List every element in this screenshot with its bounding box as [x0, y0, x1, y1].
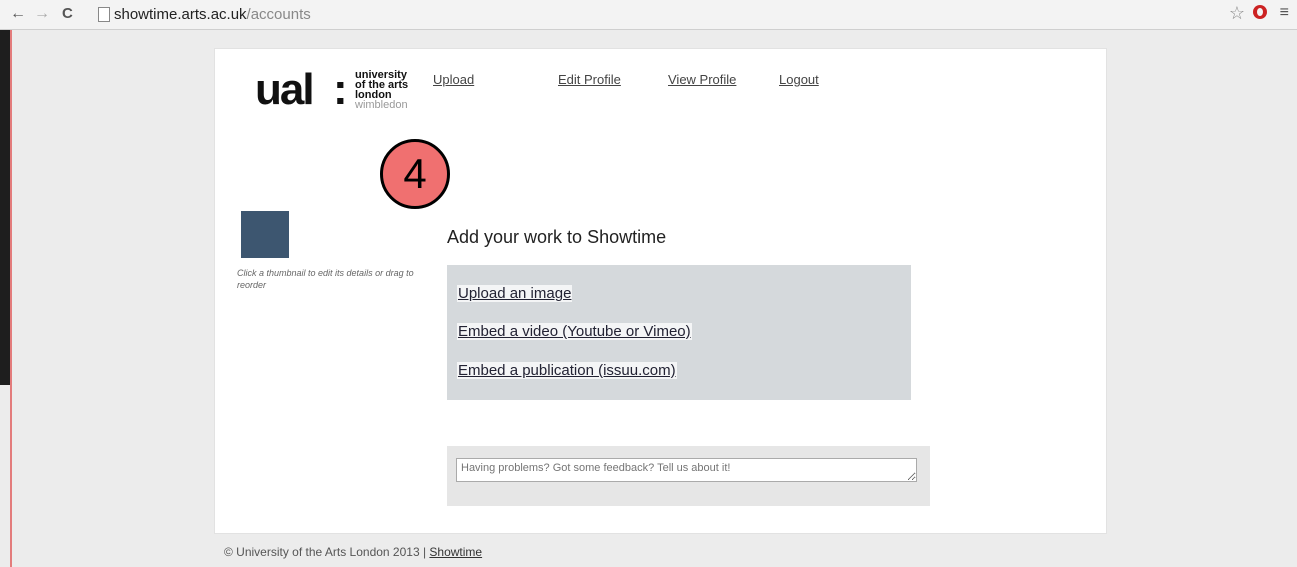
upload-image-link[interactable]: Upload an image: [457, 285, 573, 302]
logo-ual-text: ual: [255, 65, 315, 114]
extension-icon[interactable]: [1253, 5, 1267, 19]
address-bar[interactable]: showtime.arts.ac.uk/accounts: [114, 6, 311, 24]
forward-icon[interactable]: →: [34, 5, 50, 23]
left-dark-strip: [0, 0, 10, 385]
highlight-border: [10, 0, 12, 567]
step-number-badge: 4: [380, 139, 450, 209]
footer-showtime-link[interactable]: Showtime: [429, 545, 482, 559]
reload-icon[interactable]: C: [62, 5, 73, 23]
add-work-title: Add your work to Showtime: [447, 227, 667, 247]
url-path: /accounts: [246, 6, 311, 23]
page-icon: [98, 7, 110, 22]
url-host: showtime.arts.ac.uk: [114, 6, 247, 23]
logo-colon: :: [333, 65, 348, 114]
embed-video-link[interactable]: Embed a video (Youtube or Vimeo): [457, 323, 692, 340]
thumbnail-hint: Click a thumbnail to edit its details or…: [237, 268, 414, 290]
embed-publication-link[interactable]: Embed a publication (issuu.com): [457, 362, 677, 379]
main-card: ual : university of the arts london wimb…: [214, 48, 1107, 534]
logo-line-4: wimbledon: [355, 99, 408, 111]
back-icon[interactable]: ←: [10, 5, 26, 23]
nav-logout-link[interactable]: Logout: [779, 72, 819, 87]
menu-icon[interactable]: ≡: [1280, 4, 1289, 22]
feedback-input[interactable]: [456, 458, 917, 482]
browser-toolbar: ← → C showtime.arts.ac.uk/accounts ☆ ≡: [0, 0, 1297, 30]
logo-words: university of the arts london wimbledon: [355, 70, 408, 111]
nav-upload-link[interactable]: Upload: [433, 72, 474, 87]
footer-copyright: © University of the Arts London 2013 |: [224, 545, 430, 559]
work-thumbnail[interactable]: [241, 211, 289, 258]
nav-view-profile-link[interactable]: View Profile: [668, 72, 736, 87]
nav-edit-profile-link[interactable]: Edit Profile: [558, 72, 621, 87]
add-work-options: Upload an image Embed a video (Youtube o…: [447, 265, 911, 400]
bookmark-star-icon[interactable]: ☆: [1229, 3, 1245, 24]
page-footer: © University of the Arts London 2013 | S…: [224, 545, 482, 559]
feedback-panel: [447, 446, 930, 506]
